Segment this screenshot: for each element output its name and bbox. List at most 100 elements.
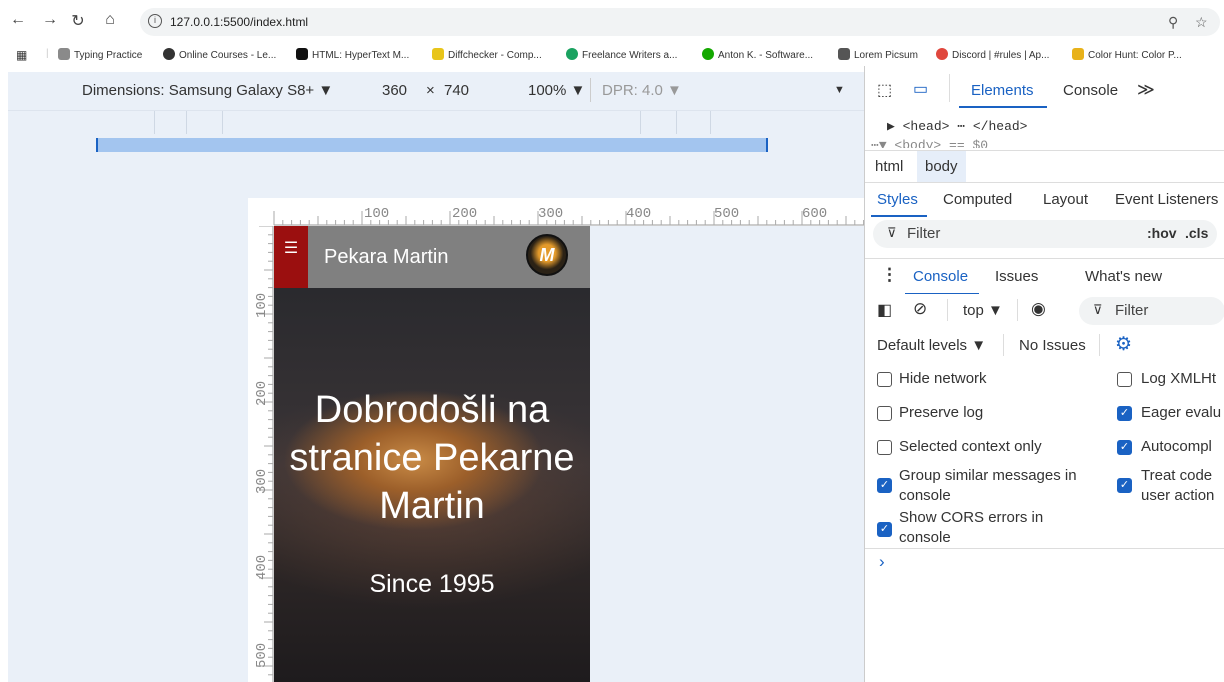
media-query-segment[interactable] <box>186 111 187 135</box>
tab-computed[interactable]: Computed <box>943 191 1012 208</box>
option-label: Group similar messages in console <box>899 467 1077 504</box>
tab-elements[interactable]: Elements <box>971 82 1034 99</box>
dpr-dropdown[interactable]: DPR: 4.0 ▼ <box>602 82 682 99</box>
media-query-segment[interactable] <box>154 111 155 135</box>
drawer-menu-icon[interactable]: ⋮ <box>881 265 898 285</box>
bookmark-favicon-icon <box>936 48 948 60</box>
zoom-dropdown[interactable]: 100% ▼ <box>528 82 585 99</box>
more-options-icon[interactable]: ▼ <box>834 84 845 96</box>
sidebar-toggle-icon[interactable]: ◧ <box>877 300 892 320</box>
ruler-label: 100 <box>254 292 270 318</box>
active-tab-indicator <box>871 215 927 217</box>
url-field[interactable]: i 127.0.0.1:5500/index.html ⚲ ☆ <box>140 8 1220 36</box>
issues-counter[interactable]: No Issues <box>1019 337 1086 354</box>
checkbox[interactable] <box>877 440 892 455</box>
bookmark-item[interactable]: HTML: HyperText M... <box>296 48 409 61</box>
tab-console[interactable]: Console <box>1063 82 1118 99</box>
site-logo[interactable]: M <box>526 234 568 276</box>
media-query-segment[interactable] <box>640 111 641 135</box>
hov-button[interactable]: :hov <box>1147 225 1177 241</box>
more-tabs-icon[interactable]: ≫ <box>1137 80 1155 100</box>
checkbox[interactable] <box>877 406 892 421</box>
bookmark-item[interactable]: Diffchecker - Comp... <box>432 48 542 61</box>
live-expression-eye-icon[interactable]: ◉ <box>1031 299 1046 319</box>
apps-grid-icon[interactable]: ▦ <box>16 48 27 62</box>
device-toggle-icon[interactable]: ▭ <box>913 79 928 99</box>
bookmark-star-icon[interactable]: ☆ <box>1195 14 1208 31</box>
checkbox[interactable]: ✓ <box>877 522 892 537</box>
bookmark-item[interactable]: Online Courses - Le... <box>163 48 276 61</box>
drawer-tab-issues[interactable]: Issues <box>995 268 1038 285</box>
back-icon[interactable]: ← <box>8 11 28 29</box>
bookmark-item[interactable]: Color Hunt: Color P... <box>1072 48 1182 61</box>
media-query-range[interactable] <box>96 138 768 152</box>
tab-styles[interactable]: Styles <box>877 191 918 208</box>
cls-button[interactable]: .cls <box>1185 225 1208 241</box>
toolbar-divider <box>1017 299 1018 321</box>
checkbox[interactable]: ✓ <box>1117 406 1132 421</box>
hamburger-menu-button[interactable]: ☰ <box>274 226 308 288</box>
toolbar-divider <box>590 78 591 102</box>
bookmark-item[interactable]: Freelance Writers a... <box>566 48 677 61</box>
clear-console-icon[interactable]: ⊘ <box>913 299 927 319</box>
ruler-label: 400 <box>626 206 652 222</box>
bookmark-label: HTML: HyperText M... <box>312 50 410 61</box>
ruler-label: 400 <box>254 554 270 580</box>
breadcrumb-html[interactable]: html <box>875 158 903 175</box>
ruler-label: 500 <box>254 642 270 668</box>
dimensions-dropdown[interactable]: Dimensions: Samsung Galaxy S8+ ▼ <box>82 82 333 99</box>
bookmark-favicon-icon <box>296 48 308 60</box>
bookmark-item[interactable]: Lorem Picsum <box>838 48 918 61</box>
tab-event-listeners[interactable]: Event Listeners <box>1115 191 1218 208</box>
console-toolbar: ◧ ⊘ top ▼ ◉ ⊽ Filter <box>865 294 1224 328</box>
checkbox[interactable]: ✓ <box>877 478 892 493</box>
checkbox[interactable]: ✓ <box>1117 478 1132 493</box>
bookmark-item[interactable]: Anton K. - Software... <box>702 48 813 61</box>
console-filter-input[interactable]: ⊽ Filter <box>1079 297 1224 325</box>
bookmark-favicon-icon <box>163 48 175 60</box>
ruler-label: 200 <box>452 206 478 222</box>
drawer-tab-console[interactable]: Console <box>913 268 968 285</box>
media-query-bar-inner <box>8 134 864 198</box>
site-brand[interactable]: Pekara Martin <box>324 246 449 269</box>
mobile-viewport: ☰ Pekara Martin M Dobrodošli na stranice… <box>274 226 590 682</box>
bookmark-item[interactable]: Discord | #rules | Ap... <box>936 48 1049 61</box>
filter-placeholder: Filter <box>1115 302 1149 319</box>
context-selector[interactable]: top ▼ <box>963 302 1003 319</box>
option-label: Eager evalu <box>1141 404 1222 421</box>
media-query-segment[interactable] <box>710 111 711 135</box>
tab-layout[interactable]: Layout <box>1043 191 1088 208</box>
bookmark-item[interactable]: Typing Practice <box>58 48 142 61</box>
width-input[interactable]: 360 <box>382 82 407 99</box>
forward-icon[interactable]: → <box>40 11 60 29</box>
media-query-segment[interactable] <box>222 111 223 135</box>
ruler-label: 100 <box>364 206 390 222</box>
console-settings-gear-icon[interactable]: ⚙ <box>1115 333 1132 356</box>
console-prompt[interactable]: › <box>879 552 885 572</box>
site-info-icon[interactable]: i <box>148 14 162 28</box>
dom-node-head[interactable]: ▶ <head> ⋯ </head> <box>887 119 1027 134</box>
styles-filter-input[interactable]: ⊽ Filter :hov .cls <box>873 220 1217 248</box>
checkbox[interactable] <box>877 372 892 387</box>
media-query-segment[interactable] <box>676 111 677 135</box>
console-levels-bar: Default levels ▼ No Issues ⚙ <box>865 328 1224 362</box>
height-input[interactable]: 740 <box>444 82 469 99</box>
breadcrumb-body[interactable]: body <box>917 151 966 182</box>
bookmark-label: Typing Practice <box>74 50 143 61</box>
zoom-icon[interactable]: ⚲ <box>1168 14 1178 31</box>
log-levels-dropdown[interactable]: Default levels ▼ <box>877 337 986 354</box>
drawer-tab-whats-new[interactable]: What's new <box>1085 268 1162 285</box>
dom-node-body[interactable]: ⋯▼ <body> == $0 <box>871 138 988 148</box>
reload-icon[interactable]: ↻ <box>68 11 88 31</box>
checkbox[interactable]: ✓ <box>1117 440 1132 455</box>
bookmark-favicon-icon <box>838 48 850 60</box>
bookmark-favicon-icon <box>702 48 714 60</box>
ruler-label: 600 <box>802 206 828 222</box>
inspect-element-icon[interactable]: ⬚ <box>877 80 892 100</box>
checkbox[interactable] <box>1117 372 1132 387</box>
bookmark-label: Discord | #rules | Ap... <box>952 50 1050 61</box>
bookmark-label: Freelance Writers a... <box>582 50 678 61</box>
option-label: Log XMLHt <box>1141 370 1217 387</box>
bookmark-favicon-icon <box>58 48 70 60</box>
home-icon[interactable]: ⌂ <box>100 11 120 29</box>
